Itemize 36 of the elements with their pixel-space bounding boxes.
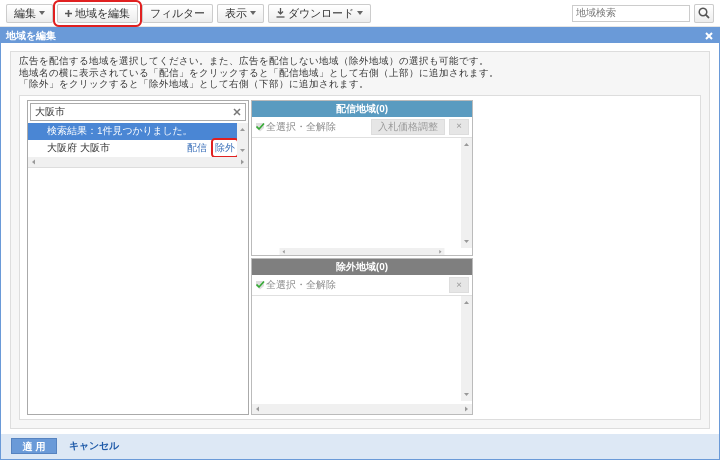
clear-icon[interactable] — [233, 108, 241, 116]
region-action-link[interactable]: 配信 — [185, 140, 209, 156]
region-action-link[interactable]: 除外 — [213, 140, 237, 156]
select-all-link[interactable]: 全選択・全解除 — [255, 278, 445, 292]
shield-check-icon — [255, 122, 265, 132]
apply-button[interactable]: 適 用 — [11, 438, 57, 454]
shield-check-icon — [255, 280, 265, 290]
toolbar-button[interactable]: 編集 — [6, 4, 53, 22]
search-icon — [698, 7, 710, 19]
toolbar-button[interactable]: ダウンロード — [268, 4, 371, 22]
instruction-text: 広告を配信する地域を選択してください。また、広告を配信しない地域（除外地域）の選択も可能です。 — [19, 56, 490, 68]
toolbar-button[interactable]: 表示 — [217, 4, 264, 22]
panel-header: 配信地域(0) — [252, 100, 472, 117]
caret-icon — [39, 11, 45, 15]
caret-icon — [250, 11, 256, 15]
vertical-scrollbar[interactable] — [461, 138, 472, 248]
cancel-link[interactable]: キャンセル — [69, 439, 119, 454]
search-result-message: 検索結果：1件見つかりました。 — [28, 122, 237, 140]
toolbar-button[interactable]: フィルター — [142, 4, 213, 22]
instruction-text: 地域名の横に表示されている「配信」をクリックすると「配信地域」として右側（上部）に追加されます。 — [19, 68, 500, 79]
vertical-scrollbar[interactable] — [461, 296, 472, 402]
dialog-title: 地域を編集 — [6, 30, 56, 43]
search-field[interactable]: 地域検索 — [572, 4, 690, 22]
caret-icon — [357, 11, 363, 15]
instruction-text: 「除外」をクリックすると「除外地域」として右側（下部）に追加されます。 — [19, 79, 370, 91]
select-all-link[interactable]: 全選択・全解除 — [255, 120, 367, 134]
close-icon[interactable] — [705, 32, 713, 40]
vertical-scrollbar[interactable] — [237, 122, 248, 157]
panel-header: 除外地域(0) — [252, 259, 472, 276]
download-icon — [276, 8, 285, 18]
region-name: 大阪府 大阪市 — [47, 142, 111, 156]
search-button[interactable] — [694, 4, 714, 22]
plus-icon — [65, 10, 72, 16]
horizontal-scrollbar[interactable] — [28, 156, 248, 167]
horizontal-scrollbar[interactable] — [252, 404, 472, 414]
region-search-field[interactable]: 大阪市 — [30, 102, 246, 121]
